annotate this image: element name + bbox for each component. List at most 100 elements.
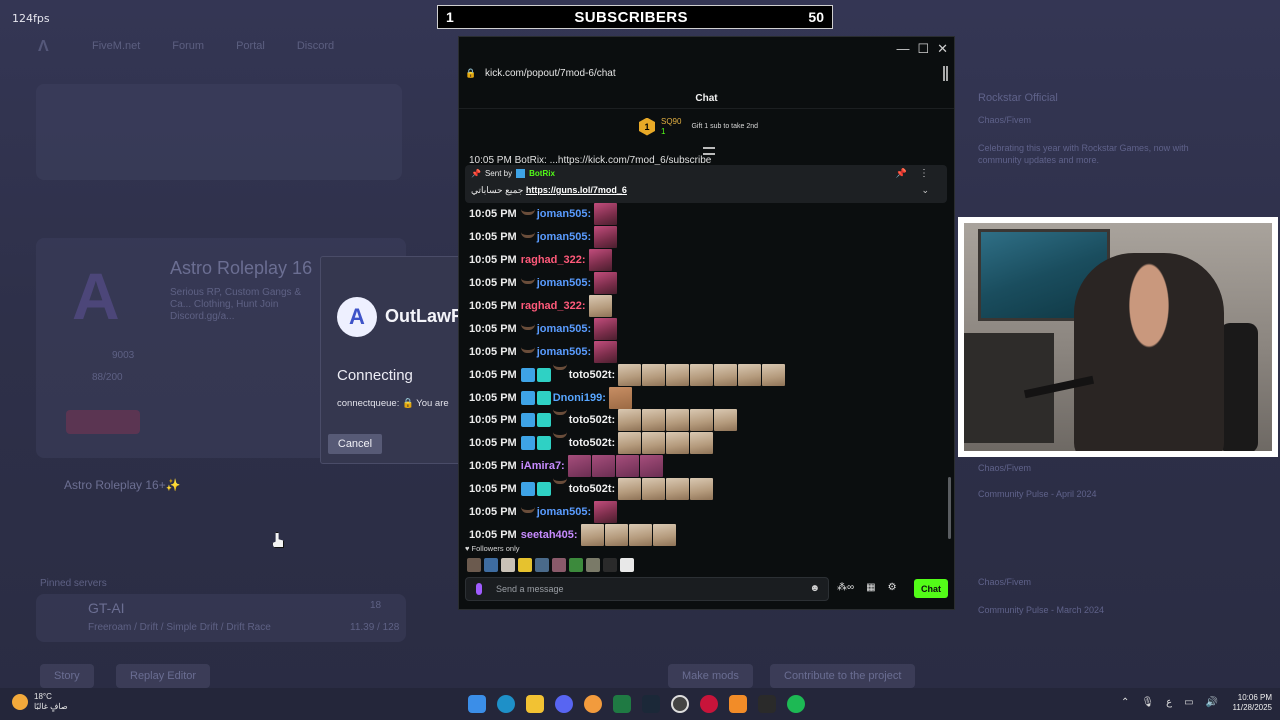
taskbar-apps	[468, 695, 805, 713]
message-username[interactable]: joman505:	[537, 208, 591, 220]
kicks-icon[interactable]: ⁂∞	[837, 582, 854, 593]
make-mods-button[interactable]: Make mods	[668, 664, 753, 688]
message-username[interactable]: joman505:	[537, 231, 591, 243]
emote-image	[642, 363, 666, 386]
pin-icon[interactable]: 📌	[896, 168, 907, 179]
file-explorer-icon[interactable]	[526, 695, 544, 713]
tray-chevron-icon[interactable]: ⌃	[1121, 697, 1129, 708]
quick-emote[interactable]	[569, 558, 583, 572]
quick-emote[interactable]	[518, 558, 532, 572]
message-time: 10:05 PM	[469, 368, 517, 381]
quick-emote[interactable]	[467, 558, 481, 572]
mustache-badge-icon	[520, 347, 535, 353]
message-username[interactable]: joman505:	[537, 346, 591, 358]
mic-icon[interactable]	[476, 583, 482, 595]
chat-message-row: 10:05 PM raghad_322:	[469, 249, 939, 272]
quick-emote[interactable]	[586, 558, 600, 572]
excel-icon[interactable]	[613, 695, 631, 713]
message-username[interactable]: toto502t:	[569, 414, 615, 426]
nav-forum[interactable]: Forum	[172, 40, 204, 52]
close-icon[interactable]: ✕	[937, 41, 948, 57]
discord-icon[interactable]	[555, 695, 573, 713]
followers-only-text: Followers only	[471, 544, 520, 553]
language-indicator[interactable]: ع	[1166, 697, 1172, 708]
message-username[interactable]: seetah405:	[521, 529, 578, 541]
quick-emote[interactable]	[484, 558, 498, 572]
message-time: 10:05 PM	[469, 208, 517, 221]
mic-tray-icon[interactable]: 🎙	[1141, 697, 1154, 708]
quick-emote[interactable]	[603, 558, 617, 572]
pinned-server-players: 18	[370, 600, 382, 611]
message-username[interactable]: joman505:	[537, 323, 591, 335]
message-username[interactable]: toto502t:	[569, 483, 615, 495]
quick-emote[interactable]	[535, 558, 549, 572]
epic-games-icon[interactable]	[758, 695, 776, 713]
network-icon[interactable]: ▭	[1184, 697, 1193, 708]
emote-image	[666, 432, 690, 455]
emote-image	[618, 409, 642, 432]
nav-fivem[interactable]: FiveM.net	[92, 40, 140, 52]
start-icon[interactable]	[468, 695, 486, 713]
message-username[interactable]: raghad_322:	[521, 254, 586, 266]
settings-icon[interactable]: ⚙	[888, 582, 897, 593]
pin-small-icon: 📌	[471, 169, 481, 178]
steam-icon[interactable]	[642, 695, 660, 713]
app-notification-icon[interactable]	[584, 695, 602, 713]
more-options-icon[interactable]: ⋮	[919, 168, 929, 179]
news-text-3[interactable]: Community Pulse - March 2024	[978, 604, 1228, 616]
quick-emote[interactable]	[501, 558, 515, 572]
maximize-icon[interactable]: ☐	[917, 41, 929, 57]
edge-icon[interactable]	[497, 695, 515, 713]
spotify-icon[interactable]	[787, 695, 805, 713]
chat-message-row: 10:05 PM joman505:	[469, 340, 939, 363]
chat-scrollbar[interactable]	[948, 477, 951, 539]
story-button[interactable]: Story	[40, 664, 94, 688]
weather-widget[interactable]: 18°C صافٍ غالبًا	[12, 692, 68, 712]
nav-discord[interactable]: Discord	[297, 40, 334, 52]
extensions-icon[interactable]	[943, 66, 948, 81]
quick-emote-row	[467, 558, 634, 572]
minimize-icon[interactable]: —	[896, 41, 909, 57]
news-text-2[interactable]: Community Pulse - April 2024	[978, 488, 1228, 500]
store-icon[interactable]: ▦	[866, 582, 875, 593]
message-username[interactable]: Dnoni199:	[553, 392, 606, 404]
quick-emote[interactable]	[552, 558, 566, 572]
quick-emote[interactable]	[620, 558, 634, 572]
opera-icon[interactable]	[700, 695, 718, 713]
message-username[interactable]: joman505:	[537, 506, 591, 518]
emote-image	[615, 455, 639, 478]
message-username[interactable]: iAmira7:	[521, 460, 565, 472]
nav-portal[interactable]: Portal	[236, 40, 265, 52]
emoji-icon[interactable]: ☻	[809, 583, 820, 594]
replay-editor-button[interactable]: Replay Editor	[116, 664, 211, 688]
url-bar[interactable]: 🔒 kick.com/popout/7mod-6/chat	[459, 63, 954, 83]
message-username[interactable]: joman505:	[537, 277, 591, 289]
cancel-button[interactable]: Cancel	[328, 434, 382, 454]
message-input[interactable]: Send a message ☻	[465, 577, 829, 601]
pinned-link[interactable]: https://guns.lol/7mod_6	[526, 185, 627, 195]
gift-text: Gift 1 sub to take 2nd	[691, 123, 759, 130]
blue-badge-icon	[520, 413, 535, 428]
gift-leaderboard[interactable]: 1 SQ90 1 Gift 1 sub to take 2nd	[639, 117, 758, 136]
send-chat-button[interactable]: Chat	[914, 579, 948, 598]
contribute-button[interactable]: Contribute to the project	[770, 664, 916, 688]
chevron-down-icon[interactable]: ⌄	[921, 185, 929, 196]
message-emotes	[618, 363, 786, 386]
clock[interactable]: 10:06 PM 11/28/2025	[1233, 693, 1272, 713]
collapse-handle-icon[interactable]	[703, 147, 715, 155]
emote-image	[666, 409, 690, 432]
emote-image	[594, 501, 618, 524]
message-username[interactable]: toto502t:	[569, 369, 615, 381]
obs-icon[interactable]	[671, 695, 689, 713]
emote-image	[642, 478, 666, 501]
message-username[interactable]: toto502t:	[569, 437, 615, 449]
emote-image	[690, 478, 714, 501]
message-username[interactable]: raghad_322:	[521, 300, 586, 312]
volume-icon[interactable]: 🔊	[1206, 697, 1218, 708]
launcher-icon[interactable]	[729, 695, 747, 713]
weather-icon	[12, 694, 28, 710]
chat-message-row: 10:05 PM Dnoni199:	[469, 386, 939, 409]
news-text-1[interactable]: Celebrating this year with Rockstar Game…	[978, 142, 1228, 166]
bot-badge-icon	[516, 169, 526, 178]
chat-messages: 10:05 PM joman505: 10:05 PM joman505: 10:05 …	[469, 203, 939, 546]
